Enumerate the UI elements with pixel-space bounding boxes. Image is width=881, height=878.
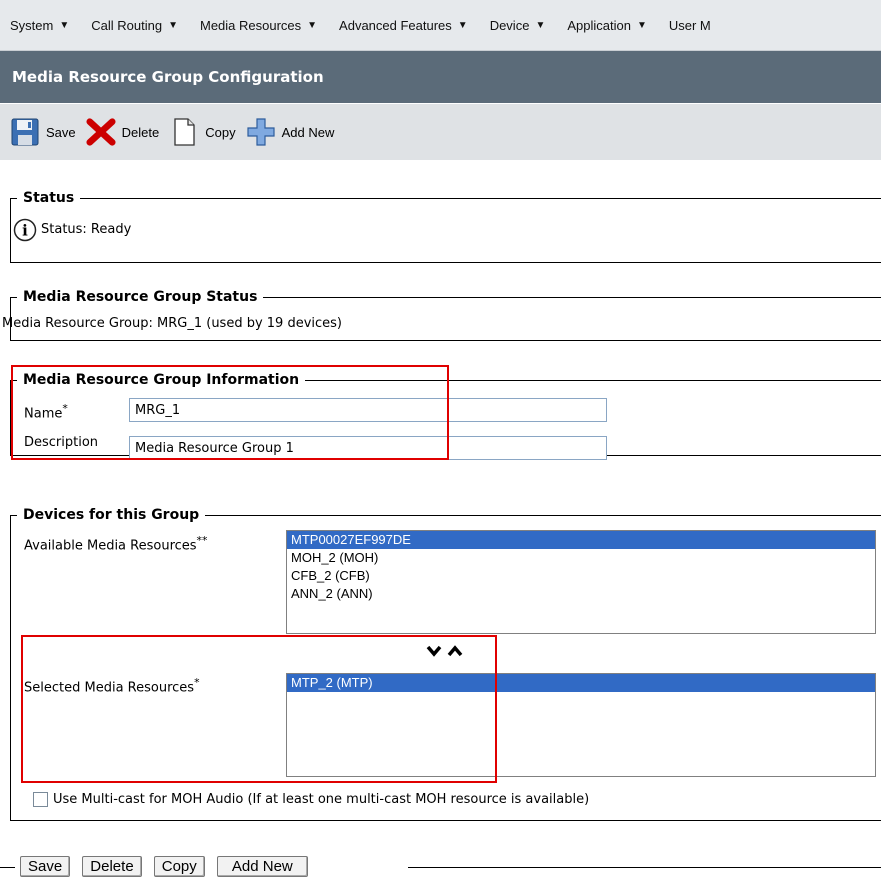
chevron-down-icon: ▼ [307,19,318,31]
group-status-legend: Media Resource Group Status [17,288,264,306]
plus-icon [246,117,276,147]
available-option[interactable]: MTP00027EF997DE [287,531,875,549]
add-new-button[interactable]: Add New [246,117,335,147]
available-option[interactable]: CFB_2 (CFB) [287,567,875,585]
bottom-delete-button[interactable]: Delete [82,856,142,877]
menu-media-resources-label: Media Resources [199,17,302,33]
menu-call-routing[interactable]: Call Routing ▼ [81,18,190,33]
delete-x-icon [86,117,116,147]
multicast-label: Use Multi-cast for MOH Audio (If at leas… [53,792,590,807]
group-status-text: Media Resource Group: MRG_1 (used by 19 … [2,316,343,331]
multicast-row: Use Multi-cast for MOH Audio (If at leas… [33,792,589,807]
delete-button-label: Delete [121,124,160,140]
group-status-fieldset: Media Resource Group Status Media Resour… [2,288,881,341]
toolbar: Save Delete Copy Add New [0,104,881,160]
menu-system-label: System [10,17,54,33]
menu-device-label: Device [489,17,530,33]
chevron-down-icon: ▼ [59,19,70,31]
multicast-checkbox[interactable] [33,792,48,807]
available-label: Available Media Resources** [24,534,207,553]
copy-button[interactable]: Copy [169,117,236,147]
status-text: Status: Ready [41,222,132,237]
menu-call-routing-label: Call Routing [91,17,163,33]
menu-media-resources[interactable]: Media Resources ▼ [190,18,329,33]
copy-button-label: Copy [205,124,236,140]
menu-device[interactable]: Device ▼ [480,18,558,33]
bottom-save-button[interactable]: Save [20,856,71,877]
bottom-copy-button[interactable]: Copy [153,856,205,877]
save-button[interactable]: Save [10,117,76,147]
delete-button[interactable]: Delete [86,117,160,147]
menu-user-management[interactable]: User M [659,18,723,33]
bottom-add-new-button[interactable]: Add New [216,856,308,877]
floppy-disk-icon [10,117,40,147]
status-legend: Status [17,189,81,207]
available-media-resources-list[interactable]: MTP00027EF997DE MOH_2 (MOH) CFB_2 (CFB) … [286,530,876,634]
available-option[interactable]: ANN_2 (ANN) [287,585,875,603]
add-new-button-label: Add New [281,124,335,140]
devices-legend: Devices for this Group [17,506,206,524]
available-option[interactable]: MOH_2 (MOH) [287,549,875,567]
info-icon: i [13,218,37,246]
bottom-rule-right [408,867,881,868]
menu-user-management-label: User M [668,17,711,33]
required-mark: ** [196,534,208,547]
save-button-label: Save [46,124,76,140]
highlight-box-selected-resources [21,635,497,783]
menu-advanced-features[interactable]: Advanced Features ▼ [329,18,480,33]
top-menu-bar: System ▼ Call Routing ▼ Media Resources ▼ A… [0,0,881,51]
bottom-button-row: Save Delete Copy Add New [20,856,315,877]
status-fieldset: Status i Status: Ready [10,189,881,263]
svg-text:i: i [22,222,28,240]
available-label-text: Available Media Resources [24,538,197,554]
menu-application[interactable]: Application ▼ [557,18,659,33]
chevron-down-icon: ▼ [168,19,178,31]
menu-system[interactable]: System ▼ [0,18,81,33]
highlight-box-group-info [11,365,449,460]
menu-application-label: Application [567,17,631,33]
menu-advanced-features-label: Advanced Features [339,17,452,33]
bottom-rule-left [0,867,15,868]
chevron-down-icon: ▼ [535,19,546,31]
copy-page-icon [169,117,199,147]
chevron-down-icon: ▼ [636,19,647,31]
chevron-down-icon: ▼ [457,19,468,31]
page-title: Media Resource Group Configuration [0,51,881,103]
